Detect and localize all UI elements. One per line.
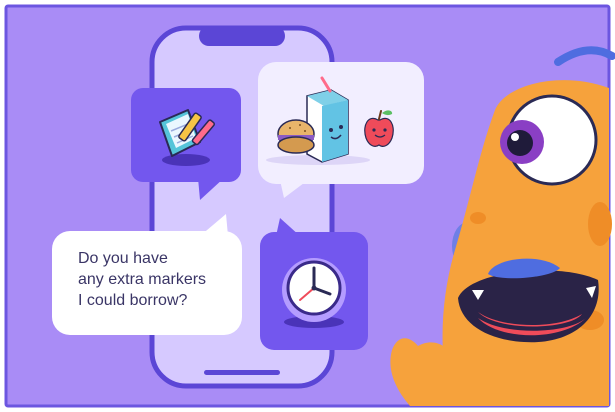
speech-line-1: Do you have [78,250,168,267]
lunch-bubble [258,62,424,198]
monster-spot [588,202,612,246]
speech-bubble-text: Do you have any extra markers I could bo… [78,248,228,311]
speech-line-2: any extra markers [78,271,207,288]
phone-notch [199,26,285,46]
clock-tile [260,218,368,350]
phone-home-bar [204,370,280,375]
monster-spot [470,212,486,224]
scene-graphic [0,0,615,412]
illustration-scene: Do you have any extra markers I could bo… [0,0,615,412]
speech-line-3: I could borrow? [78,292,188,309]
